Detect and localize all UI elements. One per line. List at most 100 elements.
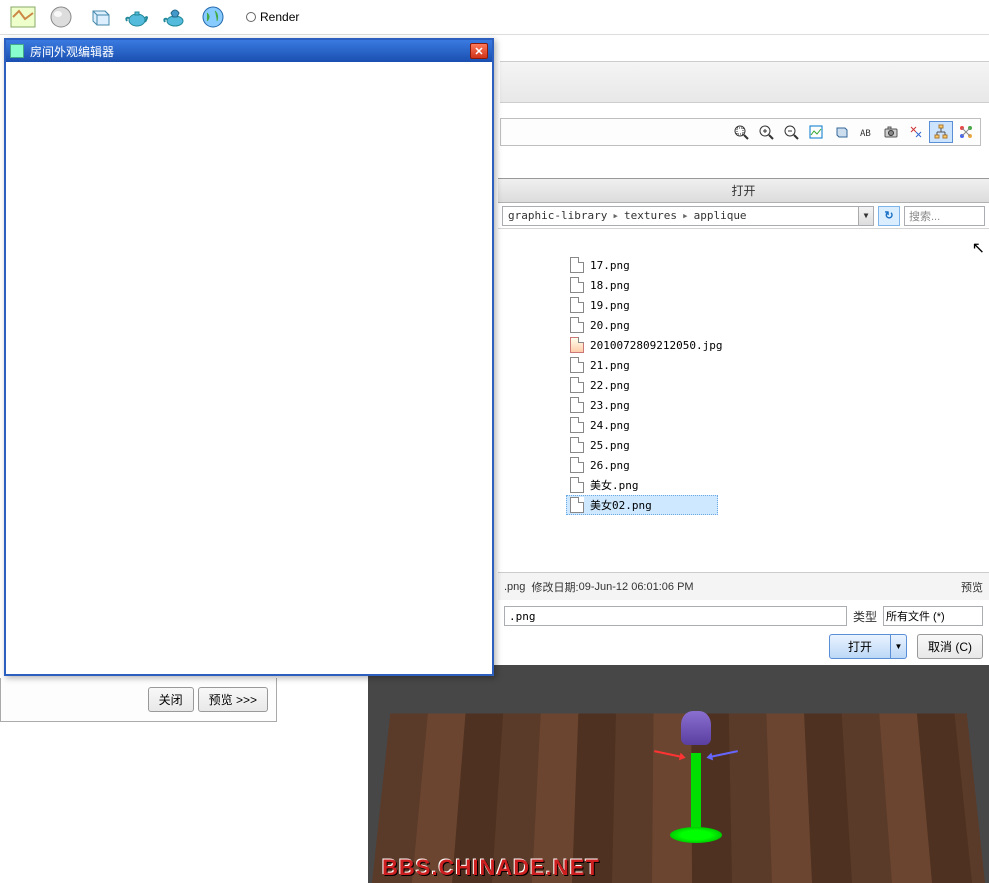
status-ext: .png	[504, 581, 525, 593]
render-label: Render	[260, 10, 299, 24]
secondary-toolbar	[500, 61, 989, 103]
sphere-icon[interactable]	[46, 2, 76, 32]
breadcrumb-part: textures	[621, 209, 680, 222]
map-icon[interactable]	[8, 2, 38, 32]
open-split-button: 打开 ▼	[829, 634, 907, 659]
file-row[interactable]: 17.png	[566, 255, 985, 275]
status-mod-label: 修改日期:	[532, 579, 579, 595]
view-icon-strip: AB	[500, 118, 981, 146]
file-row[interactable]: 美女02.png	[566, 495, 718, 515]
file-icon	[570, 477, 584, 493]
chevron-right-icon: ▸	[680, 209, 691, 222]
zoom-in-icon[interactable]	[754, 121, 778, 143]
zoom-fit-icon[interactable]	[729, 121, 753, 143]
filetype-select[interactable]	[883, 606, 983, 626]
dialog-titlebar[interactable]: 房间外观编辑器 ✕	[6, 40, 492, 62]
file-row[interactable]: 25.png	[566, 435, 985, 455]
3d-viewport[interactable]: BBS.CHINADE.NET	[368, 665, 989, 883]
zoom-out-icon[interactable]	[779, 121, 803, 143]
file-name: 20.png	[590, 319, 630, 332]
open-button[interactable]: 打开	[829, 634, 891, 659]
file-name: 22.png	[590, 379, 630, 392]
nodes-icon[interactable]	[954, 121, 978, 143]
ab-text-icon[interactable]: AB	[854, 121, 878, 143]
appearance-editor-dialog: 房间外观编辑器 ✕	[4, 38, 494, 676]
y-axis-icon[interactable]	[691, 753, 701, 833]
file-name: 26.png	[590, 459, 630, 472]
file-row[interactable]: 26.png	[566, 455, 985, 475]
file-icon	[570, 417, 584, 433]
top-toolbar: Render	[0, 0, 989, 35]
filename-row: 类型	[498, 602, 989, 630]
file-icon	[570, 497, 584, 513]
filename-input[interactable]	[504, 606, 847, 626]
file-icon	[570, 437, 584, 453]
hierarchy-icon[interactable]	[929, 121, 953, 143]
file-row[interactable]: 2010072809212050.jpg	[566, 335, 985, 355]
file-name: 23.png	[590, 399, 630, 412]
dialog-title: 房间外观编辑器	[30, 43, 114, 60]
preview-button[interactable]: 预览 >>>	[198, 687, 268, 712]
snapshot-icon[interactable]	[804, 121, 828, 143]
dialog-button-row: 打开 ▼ 取消 (C)	[498, 632, 989, 660]
file-name: 美女.png	[590, 477, 639, 493]
file-list[interactable]: 17.png 18.png 19.png 20.png 2010072809212050…	[566, 255, 985, 568]
image-file-icon	[570, 337, 584, 353]
file-name: 美女02.png	[590, 497, 652, 513]
file-row[interactable]: 23.png	[566, 395, 985, 415]
status-bar: .png 修改日期: 09-Jun-12 06:01:06 PM 预览	[498, 572, 989, 600]
file-row[interactable]: 美女.png	[566, 475, 985, 495]
file-icon	[570, 397, 584, 413]
chevron-right-icon: ▸	[610, 209, 621, 222]
status-preview-label: 预览	[961, 579, 983, 595]
open-dropdown-icon[interactable]: ▼	[891, 634, 907, 659]
file-icon	[570, 257, 584, 273]
watermark-text: BBS.CHINADE.NET	[382, 855, 600, 881]
radio-icon	[246, 12, 256, 22]
file-row[interactable]: 21.png	[566, 355, 985, 375]
svg-text:AB: AB	[860, 129, 871, 139]
file-name: 2010072809212050.jpg	[590, 339, 722, 352]
teapot-hat-icon[interactable]	[160, 2, 190, 32]
address-row: graphic-library▸ textures▸ applique ▼ ↻ …	[498, 203, 989, 229]
file-icon	[570, 457, 584, 473]
file-row[interactable]: 22.png	[566, 375, 985, 395]
lower-left-panel: 关闭 预览 >>>	[0, 678, 277, 722]
teapot-icon[interactable]	[122, 2, 152, 32]
breadcrumb-part: applique	[691, 209, 750, 222]
scene-object[interactable]	[666, 703, 726, 843]
file-name: 17.png	[590, 259, 630, 272]
render-option[interactable]: Render	[246, 10, 299, 24]
file-open-dialog: 打开 graphic-library▸ textures▸ applique ▼…	[498, 178, 989, 664]
open-dialog-title: 打开	[498, 179, 989, 203]
camera-icon[interactable]	[879, 121, 903, 143]
file-name: 19.png	[590, 299, 630, 312]
file-row[interactable]: 19.png	[566, 295, 985, 315]
file-icon	[570, 317, 584, 333]
box-icon[interactable]	[829, 121, 853, 143]
file-name: 21.png	[590, 359, 630, 372]
type-label: 类型	[853, 608, 877, 625]
close-button[interactable]: 关闭	[148, 687, 194, 712]
file-icon	[570, 357, 584, 373]
cancel-button[interactable]: 取消 (C)	[917, 634, 983, 659]
breadcrumb[interactable]: graphic-library▸ textures▸ applique ▼	[502, 206, 874, 226]
breadcrumb-dropdown-icon[interactable]: ▼	[858, 207, 873, 225]
breadcrumb-part: graphic-library	[505, 209, 610, 222]
search-input[interactable]: 搜索...	[904, 206, 985, 226]
file-row[interactable]: 20.png	[566, 315, 985, 335]
xx-tool-icon[interactable]	[904, 121, 928, 143]
file-icon	[570, 297, 584, 313]
file-name: 24.png	[590, 419, 630, 432]
file-row[interactable]: 24.png	[566, 415, 985, 435]
close-icon[interactable]: ✕	[470, 43, 488, 59]
globe-icon[interactable]	[198, 2, 228, 32]
refresh-icon[interactable]: ↻	[878, 206, 900, 226]
file-name: 18.png	[590, 279, 630, 292]
file-icon	[570, 377, 584, 393]
file-icon	[570, 277, 584, 293]
dialog-app-icon	[10, 44, 24, 58]
gizmo-base-icon	[670, 827, 722, 843]
file-row[interactable]: 18.png	[566, 275, 985, 295]
cube-icon[interactable]	[84, 2, 114, 32]
